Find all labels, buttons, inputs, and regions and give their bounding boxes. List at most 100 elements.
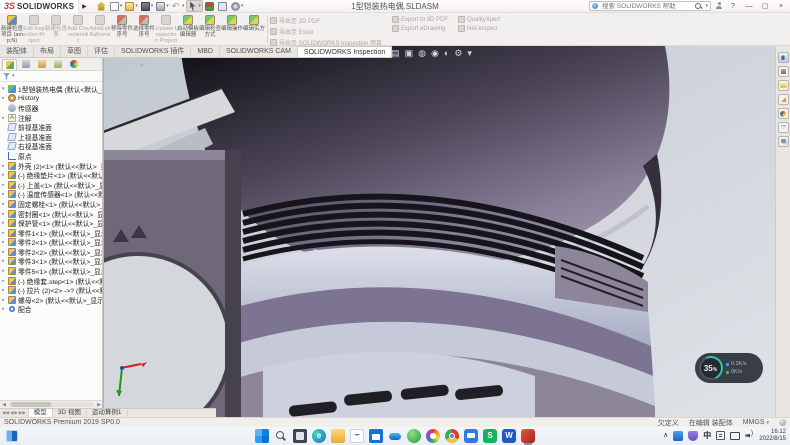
- tree-item[interactable]: ▸ 固定螺栓<1> (默认<<默认>_显示: [0, 199, 102, 209]
- search-magnifier-icon[interactable]: [695, 3, 702, 10]
- tab-nav-arrow-icon[interactable]: ▶▶: [19, 410, 26, 416]
- tray-chevron-icon[interactable]: ∧: [663, 429, 668, 443]
- start-button[interactable]: [255, 429, 269, 443]
- rebuild-button[interactable]: [204, 0, 216, 12]
- export-menu-item[interactable]: Export to 3D PDF: [392, 16, 448, 23]
- scroll-thumb[interactable]: [11, 402, 51, 407]
- export-menu-item[interactable]: 导出至 2D PDF: [270, 16, 382, 25]
- edit-operation-button[interactable]: 编辑操作: [221, 13, 243, 45]
- tab-nav-arrow-icon[interactable]: ▶: [14, 410, 17, 416]
- ime-language-button[interactable]: 中: [703, 430, 711, 441]
- options-button[interactable]: ▾: [230, 0, 245, 12]
- edit-inspection-method-button[interactable]: 编辑检查方式: [199, 13, 221, 45]
- ring-browser[interactable]: [426, 429, 440, 443]
- home-button[interactable]: [96, 0, 108, 12]
- panel-collapse-handle[interactable]: ⌄: [139, 60, 145, 68]
- help-button[interactable]: ?: [727, 3, 739, 10]
- tree-item[interactable]: ▸ 注解: [0, 113, 102, 123]
- microsoft-store[interactable]: [369, 429, 383, 443]
- volume-icon[interactable]: [745, 431, 754, 440]
- configurationmanager-tab[interactable]: [34, 59, 49, 70]
- tree-item[interactable]: ▸ (-) 绝缘套.step<1> (默认<<默认>: [0, 276, 102, 286]
- design-library-icon[interactable]: [778, 66, 789, 77]
- view-settings-icon[interactable]: ▾: [467, 48, 472, 58]
- graphics-viewport-3d[interactable]: ⌖ ⊞ ◪ ▤ ▣ ◍ ◉ ◐ ⚙ ▾ ⌄ 35%: [103, 46, 775, 417]
- tree-item[interactable]: 原点: [0, 151, 102, 161]
- export-menu-item[interactable]: QualityXpert: [458, 16, 500, 23]
- tab-model[interactable]: 模型: [29, 409, 53, 417]
- ime-mode-icon[interactable]: [716, 431, 725, 440]
- unit-system[interactable]: MMGS ▾: [743, 419, 769, 426]
- help-search-box[interactable]: ▾: [589, 1, 711, 11]
- add-characteristic-button[interactable]: Add Characteristic: [67, 13, 89, 45]
- add-edit-balloons-button[interactable]: Add/Edit Balloons: [89, 13, 111, 45]
- tab-layout[interactable]: 布局: [34, 46, 61, 57]
- onedrive[interactable]: [388, 429, 402, 443]
- select-button[interactable]: ▾: [186, 0, 203, 12]
- tree-item[interactable]: ▸ (-) 拉片 (2)<2> ->? (默认<<默认>: [0, 285, 102, 295]
- tree-item[interactable]: ▸ History: [0, 94, 102, 104]
- solidworks-resources-icon[interactable]: [778, 52, 789, 63]
- new-file-button[interactable]: ▾: [109, 0, 124, 12]
- search-button[interactable]: [274, 429, 288, 443]
- word-app[interactable]: W: [502, 429, 516, 443]
- tree-item[interactable]: 传感器: [0, 103, 102, 113]
- tree-item[interactable]: ▾ 1型铠装热电偶 (默认<默认_显示状态-1: [0, 84, 102, 94]
- tag-globe-icon[interactable]: [779, 419, 786, 426]
- remove-balloons-button[interactable]: 移除零件序号: [111, 13, 133, 45]
- tree-item[interactable]: ▸ 配合: [0, 305, 102, 315]
- tab-motion-study[interactable]: 运动算例1: [87, 409, 128, 417]
- tree-item[interactable]: ▸ (-) 上盖<1> (默认<<默认>_显示状: [0, 180, 102, 190]
- minimize-button[interactable]: —: [743, 3, 755, 10]
- file-properties-button[interactable]: [217, 0, 229, 12]
- edge-browser[interactable]: e: [312, 429, 326, 443]
- tree-item[interactable]: ▸ 密封圈<1> (默认<<默认>_显示状: [0, 209, 102, 219]
- new-inspection-project-button[interactable]: 新建检查项目 (amp;N): [1, 13, 23, 45]
- tree-item[interactable]: ▸ 零件1<1> (默认<<默认>_显示状态: [0, 228, 102, 238]
- tree-item[interactable]: ▸ 零件2<2> (默认<<默认>_显示状态: [0, 247, 102, 257]
- open-button[interactable]: ▾: [124, 0, 139, 12]
- displaymanager-tab[interactable]: [66, 59, 81, 70]
- display-style-icon[interactable]: ◍: [418, 48, 426, 58]
- chrome-browser[interactable]: [445, 429, 459, 443]
- panel-splitter[interactable]: [103, 46, 104, 417]
- tab-addins[interactable]: SOLIDWORKS 插件: [115, 46, 191, 57]
- tree-item[interactable]: ▸ 保护管<1> (默认<<默认>_显示状: [0, 218, 102, 228]
- export-menu-item[interactable]: Net-Inspect: [458, 25, 500, 32]
- mail-app[interactable]: [350, 429, 364, 443]
- scroll-right-icon[interactable]: ▶: [95, 402, 103, 408]
- undo-button[interactable]: ↶▾: [171, 0, 186, 12]
- update-inspection-project-button[interactable]: Update Inspection Project: [155, 13, 177, 45]
- tree-item[interactable]: 右视基准面: [0, 142, 102, 152]
- tree-horizontal-scrollbar[interactable]: ◀ ▶: [0, 400, 103, 408]
- scroll-left-icon[interactable]: ◀: [0, 402, 8, 408]
- tab-assembly[interactable]: 装配体: [0, 46, 34, 57]
- file-explorer-icon[interactable]: [778, 80, 789, 91]
- task-view-button[interactable]: [293, 429, 307, 443]
- featuremanager-tree-tab[interactable]: [2, 59, 17, 70]
- tree-item[interactable]: ▸ 外壳 (2)<1> (默认<<默认>_显示状: [0, 161, 102, 171]
- propertymanager-tab[interactable]: [18, 59, 33, 70]
- edit-instance-button[interactable]: 编辑实方: [243, 13, 265, 45]
- export-menu-item[interactable]: 导出至 Excel: [270, 27, 382, 36]
- save-button[interactable]: ▾: [140, 0, 155, 12]
- performance-overlay-widget[interactable]: 35% 0.3K/s 0K/s: [695, 353, 763, 383]
- tree-item[interactable]: ▸ (-) 绝缘垫片<1> (默认<<默认>_显: [0, 170, 102, 180]
- browser-360[interactable]: [407, 429, 421, 443]
- appearances-scenes-icon[interactable]: [778, 108, 789, 119]
- export-menu-item[interactable]: Export eDrawing: [392, 25, 448, 32]
- view-orientation-icon[interactable]: ▣: [405, 48, 414, 58]
- solidworks-forum-icon[interactable]: [778, 136, 789, 147]
- file-explorer[interactable]: [331, 429, 345, 443]
- edit-inspection-project-button[interactable]: Edit Inspection Project: [23, 13, 45, 45]
- tab-nav-arrow-icon[interactable]: ◀◀: [2, 410, 9, 416]
- select-balloons-button[interactable]: 选择零件序号: [133, 13, 155, 45]
- new-inspection-sheet-button[interactable]: 新建检查表: [45, 13, 67, 45]
- close-button[interactable]: ×: [775, 3, 787, 10]
- hide-show-items-icon[interactable]: ◉: [431, 48, 439, 58]
- tree-item[interactable]: ▸ 零件5<1> (默认<<默认>_显示状态: [0, 266, 102, 276]
- translator-tray-icon[interactable]: [673, 431, 683, 441]
- menu-expand-arrow-icon[interactable]: ▶: [82, 3, 87, 10]
- tree-item[interactable]: ▸ (-) 温度传感器<1> (默认<<默认>_: [0, 190, 102, 200]
- tab-mbd[interactable]: MBD: [191, 46, 220, 57]
